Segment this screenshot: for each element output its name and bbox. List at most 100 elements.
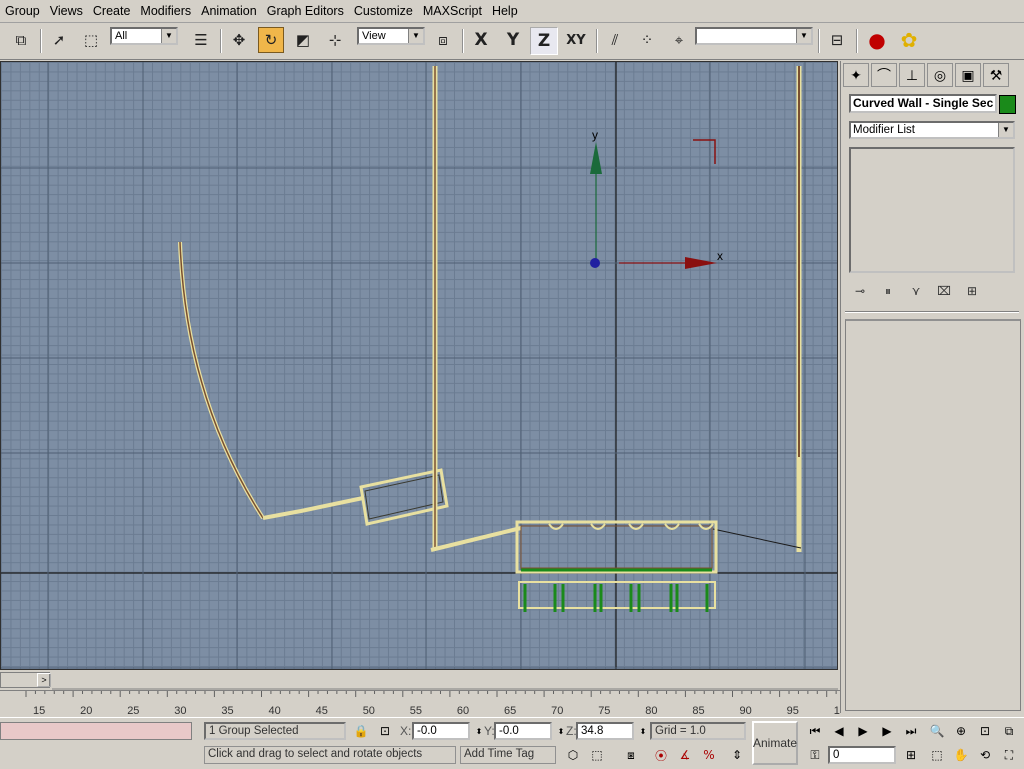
display-icon[interactable]: ▣ <box>955 63 981 87</box>
animate-button[interactable]: Animate <box>752 721 798 765</box>
menu-animation[interactable]: Animation <box>196 4 262 18</box>
zoom-extents-icon[interactable]: ⊡ <box>976 722 994 740</box>
select-link-icon[interactable]: ⧉ <box>8 27 34 53</box>
previous-frame-icon[interactable]: ◀ <box>830 722 848 740</box>
use-center-icon[interactable]: ⧈ <box>430 27 456 53</box>
move-icon[interactable]: ✥ <box>226 27 252 53</box>
modifier-stack[interactable] <box>849 147 1015 273</box>
time-config-icon[interactable]: ⊞ <box>902 746 920 764</box>
z-coord-field[interactable]: 34.8 <box>576 722 634 740</box>
restrict-xy-button[interactable]: XY <box>563 27 589 53</box>
menu-create[interactable]: Create <box>88 4 136 18</box>
region-zoom-icon[interactable]: ⬚ <box>928 746 946 764</box>
command-panel-tabs: ✦ ⌒ ⊥ ◎ ▣ ⚒ <box>843 63 1009 87</box>
restrict-x-button[interactable]: X <box>468 27 494 53</box>
modifier-list-dropdown[interactable]: Modifier List ▼ <box>849 121 1015 139</box>
trackbar-ruler: 15 20 25 30 35 40 45 50 55 60 65 70 75 80 85 90 95 10 <box>25 691 840 717</box>
add-time-tag-button[interactable]: Add Time Tag <box>460 746 556 764</box>
hierarchy-icon[interactable]: ⊥ <box>899 63 925 87</box>
zoom-all-icon[interactable]: ⊕ <box>952 722 970 740</box>
chevron-down-icon: ▼ <box>998 123 1013 137</box>
current-frame-field[interactable]: 0 <box>828 746 896 764</box>
trackbar[interactable]: 15 20 25 30 35 40 45 50 55 60 65 70 75 80 85 90 95 10 <box>0 690 840 717</box>
status-bar: 1 Group Selected 🔒 ⊡ X: -0.0 ⬍ Y: -0.0 ⬍… <box>0 717 1024 769</box>
percent-snap-icon[interactable]: % <box>700 746 718 764</box>
make-unique-icon[interactable]: ⋎ <box>905 284 927 298</box>
configure-modifier-sets-icon[interactable]: ⊞ <box>961 284 983 298</box>
maximize-viewport-icon[interactable]: ⛶ <box>1000 746 1018 764</box>
zoom-icon[interactable]: 🔍 <box>928 722 946 740</box>
object-color-swatch[interactable] <box>999 95 1016 114</box>
track-view-icon[interactable]: ⊟ <box>824 27 850 53</box>
pin-stack-icon[interactable]: ⊸ <box>849 284 871 298</box>
toolbar-separator <box>462 29 464 53</box>
motion-icon[interactable]: ◎ <box>927 63 953 87</box>
absolute-mode-icon[interactable]: ⊡ <box>376 722 394 740</box>
trackbar-tick-label: 10 <box>834 705 840 717</box>
menu-customize[interactable]: Customize <box>349 4 418 18</box>
trackbar-tick-label: 15 <box>33 705 45 717</box>
select-by-name-icon[interactable]: ☰ <box>188 27 214 53</box>
toolbar-separator <box>220 29 222 53</box>
go-to-end-icon[interactable]: ⏭ <box>902 722 920 740</box>
trackbar-tick-label: 65 <box>504 705 516 717</box>
align-icon[interactable]: ⌖ <box>666 27 692 53</box>
go-to-start-icon[interactable]: ⏮ <box>806 722 824 740</box>
next-frame-icon[interactable]: ▶ <box>878 722 896 740</box>
trackbar-tick-label: 85 <box>692 705 704 717</box>
y-coord-field[interactable]: -0.0 <box>494 722 552 740</box>
time-slider[interactable]: > <box>0 670 838 690</box>
zoom-extents-all-icon[interactable]: ⧉ <box>1000 722 1018 740</box>
rotate-icon[interactable]: ↻ <box>258 27 284 53</box>
modify-icon[interactable]: ⌒ <box>871 63 897 87</box>
named-selection-dropdown[interactable]: ▼ <box>695 27 813 45</box>
snap-3d-icon[interactable]: ⧆ <box>622 746 640 764</box>
maxscript-output-field <box>0 744 192 766</box>
gizmo-x-arrow <box>685 257 717 269</box>
menu-modifiers[interactable]: Modifiers <box>135 4 196 18</box>
play-icon[interactable]: ▶ <box>854 722 872 740</box>
lock-selection-icon[interactable]: 🔒 <box>352 722 370 740</box>
key-mode-icon[interactable]: ⚿ <box>806 746 824 764</box>
menu-graph-editors[interactable]: Graph Editors <box>262 4 349 18</box>
scale-icon[interactable]: ◩ <box>290 27 316 53</box>
menu-help[interactable]: Help <box>487 4 523 18</box>
gizmo-y-arrow <box>590 142 602 174</box>
trackbar-tick-label: 25 <box>127 705 139 717</box>
select-object-icon[interactable]: ➚ <box>46 27 72 53</box>
trackbar-tick-label: 45 <box>316 705 328 717</box>
pan-icon[interactable]: ✋ <box>952 746 970 764</box>
window-crossing-icon[interactable]: ⬚ <box>588 746 606 764</box>
select-region-icon[interactable]: ⬚ <box>78 27 104 53</box>
restrict-z-button[interactable]: Z <box>530 27 558 55</box>
array-icon[interactable]: ⁘ <box>634 27 660 53</box>
snap-toggle-icon[interactable]: ⦿ <box>652 746 670 764</box>
x-coord-field[interactable]: -0.0 <box>412 722 470 740</box>
restrict-y-button[interactable]: Y <box>500 27 526 53</box>
menu-group[interactable]: Group <box>0 4 45 18</box>
maxscript-listener-field[interactable] <box>0 722 192 740</box>
create-icon[interactable]: ✦ <box>843 63 869 87</box>
remove-modifier-icon[interactable]: ⌧ <box>933 284 955 298</box>
parameters-rollout <box>845 319 1021 711</box>
trackbar-tick-label: 75 <box>598 705 610 717</box>
menu-maxscript[interactable]: MAXScript <box>418 4 487 18</box>
spinner-snap-icon[interactable]: ⇕ <box>728 746 746 764</box>
mirror-icon[interactable]: ⫽ <box>602 27 628 53</box>
toolbar-separator <box>818 29 820 53</box>
render-scene-icon[interactable]: ✿ <box>896 27 922 53</box>
top-viewport[interactable]: y x <box>0 61 838 670</box>
selection-lock-icon[interactable]: ⬡ <box>564 746 582 764</box>
object-name-field[interactable]: Curved Wall - Single Sec <box>849 94 997 113</box>
arc-rotate-icon[interactable]: ⟲ <box>976 746 994 764</box>
material-editor-icon[interactable]: ● <box>864 27 890 53</box>
menu-views[interactable]: Views <box>45 4 88 18</box>
pivot-icon[interactable]: ⊹ <box>322 27 348 53</box>
utilities-icon[interactable]: ⚒ <box>983 63 1009 87</box>
reference-coordinate-dropdown[interactable]: View ▼ <box>357 27 425 45</box>
wall-segment <box>262 496 364 520</box>
chevron-down-icon: ▼ <box>796 29 811 43</box>
angle-snap-icon[interactable]: ∡ <box>676 746 694 764</box>
selection-filter-dropdown[interactable]: All ▼ <box>110 27 178 45</box>
show-end-result-icon[interactable]: ⏸ <box>877 284 899 299</box>
